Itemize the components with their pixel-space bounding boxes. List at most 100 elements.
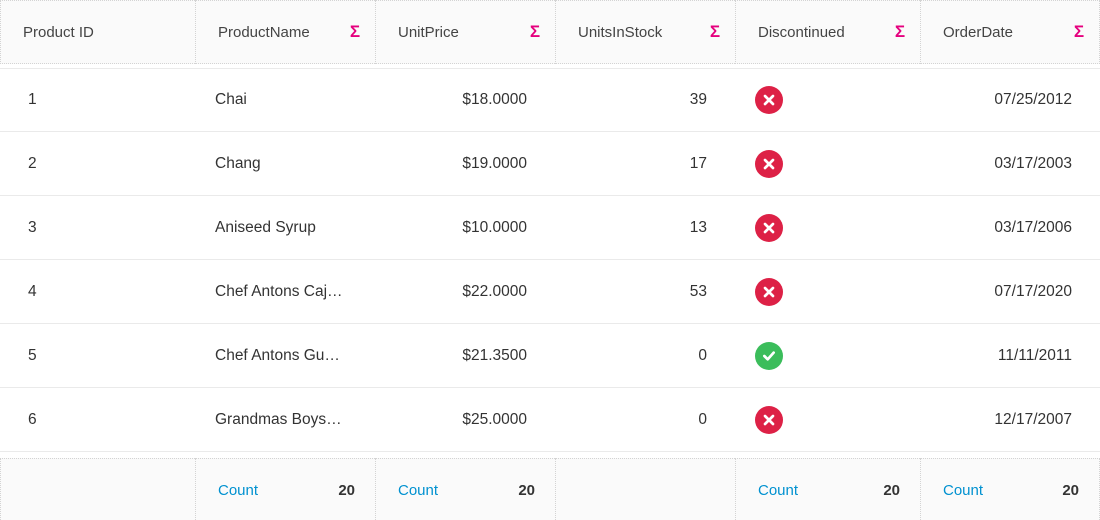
data-grid: Product ID ProductName Σ UnitPrice Σ Uni… xyxy=(0,0,1100,520)
cell-value: 4 xyxy=(28,283,37,301)
grid-footer-row: Count 20 Count 20 Count 20 Count 20 xyxy=(0,458,1100,520)
cell-units-in-stock: 17 xyxy=(555,132,735,195)
cell-value: Chef Antons Gu… xyxy=(215,347,340,365)
x-circle-icon xyxy=(755,86,783,114)
column-header-product-id[interactable]: Product ID xyxy=(0,0,195,64)
cell-order-date: 07/25/2012 xyxy=(920,69,1100,131)
cell-product-name: Chai xyxy=(195,69,375,131)
column-header-discontinued[interactable]: Discontinued Σ xyxy=(735,0,920,64)
cell-value: 0 xyxy=(698,347,707,365)
summary-cell-order-date[interactable]: Count 20 xyxy=(920,458,1100,520)
cell-value: 5 xyxy=(28,347,37,365)
cell-units-in-stock: 53 xyxy=(555,260,735,323)
cell-value: $19.0000 xyxy=(462,155,527,173)
cell-order-date: 11/11/2011 xyxy=(920,324,1100,387)
cell-units-in-stock: 0 xyxy=(555,388,735,451)
summary-label[interactable]: Count xyxy=(218,482,258,499)
cell-unit-price: $19.0000 xyxy=(375,132,555,195)
cell-value: $25.0000 xyxy=(462,411,527,429)
sigma-icon[interactable]: Σ xyxy=(515,22,555,42)
cell-product-name: Chef Antons Caj… xyxy=(195,260,375,323)
cell-unit-price: $22.0000 xyxy=(375,260,555,323)
cell-product-name: Grandmas Boys… xyxy=(195,388,375,451)
cell-order-date: 12/17/2007 xyxy=(920,388,1100,451)
summary-cell-discontinued[interactable]: Count 20 xyxy=(735,458,920,520)
sigma-icon[interactable]: Σ xyxy=(695,22,735,42)
column-header-label: ProductName xyxy=(196,24,335,41)
cell-product-name: Aniseed Syrup xyxy=(195,196,375,259)
column-header-unit-price[interactable]: UnitPrice Σ xyxy=(375,0,555,64)
cell-unit-price: $10.0000 xyxy=(375,196,555,259)
cell-value: 1 xyxy=(28,91,37,109)
column-header-label: UnitPrice xyxy=(376,24,515,41)
cell-value: 3 xyxy=(28,219,37,237)
table-row[interactable]: 2 Chang $19.0000 17 03/17/2003 xyxy=(0,132,1100,196)
sigma-icon[interactable]: Σ xyxy=(1059,22,1099,42)
cell-discontinued xyxy=(735,260,920,323)
table-row[interactable]: 5 Chef Antons Gu… $21.3500 0 11/11/2011 xyxy=(0,324,1100,388)
column-header-product-name[interactable]: ProductName Σ xyxy=(195,0,375,64)
summary-cell-product-name[interactable]: Count 20 xyxy=(195,458,375,520)
cell-value: Chang xyxy=(215,155,261,173)
cell-order-date: 03/17/2006 xyxy=(920,196,1100,259)
cell-discontinued xyxy=(735,196,920,259)
table-row[interactable]: 6 Grandmas Boys… $25.0000 0 12/17/2007 xyxy=(0,388,1100,452)
summary-label[interactable]: Count xyxy=(758,482,798,499)
cell-product-name: Chang xyxy=(195,132,375,195)
cell-product-name: Chef Antons Gu… xyxy=(195,324,375,387)
cell-value: $10.0000 xyxy=(462,219,527,237)
cell-value: 12/17/2007 xyxy=(994,411,1072,429)
cell-product-id: 6 xyxy=(0,388,195,451)
summary-value: 20 xyxy=(518,482,535,499)
cell-value: 03/17/2003 xyxy=(994,155,1072,173)
x-circle-icon xyxy=(755,214,783,242)
x-circle-icon xyxy=(755,278,783,306)
cell-value: Aniseed Syrup xyxy=(215,219,316,237)
column-header-units-in-stock[interactable]: UnitsInStock Σ xyxy=(555,0,735,64)
summary-value: 20 xyxy=(1062,482,1079,499)
column-header-order-date[interactable]: OrderDate Σ xyxy=(920,0,1100,64)
grid-body: 1 Chai$18.0000 39 07/25/2012 2 Chang $19.0000 1… xyxy=(0,68,1100,452)
cell-value: 17 xyxy=(690,155,707,173)
cell-value: $22.0000 xyxy=(462,283,527,301)
cell-order-date: 03/17/2003 xyxy=(920,132,1100,195)
summary-cell-product-id xyxy=(0,458,195,520)
cell-value: Grandmas Boys… xyxy=(215,411,342,429)
cell-value: 39 xyxy=(690,91,707,109)
check-circle-icon xyxy=(755,342,783,370)
summary-cell-unit-price[interactable]: Count 20 xyxy=(375,458,555,520)
cell-discontinued xyxy=(735,69,920,131)
table-row[interactable]: 4 Chef Antons Caj… $22.0000 53 07/17/2020 xyxy=(0,260,1100,324)
cell-order-date: 07/17/2020 xyxy=(920,260,1100,323)
cell-discontinued xyxy=(735,388,920,451)
summary-cell-units-in-stock xyxy=(555,458,735,520)
summary-label[interactable]: Count xyxy=(943,482,983,499)
cell-value: 0 xyxy=(698,411,707,429)
cell-value: 07/25/2012 xyxy=(994,91,1072,109)
table-row[interactable]: 3 Aniseed Syrup $10.0000 13 03/17/2006 xyxy=(0,196,1100,260)
summary-value: 20 xyxy=(883,482,900,499)
column-header-label: UnitsInStock xyxy=(556,24,695,41)
table-row[interactable]: 1 Chai$18.0000 39 07/25/2012 xyxy=(0,68,1100,132)
cell-units-in-stock: 13 xyxy=(555,196,735,259)
cell-product-id: 5 xyxy=(0,324,195,387)
column-header-label: OrderDate xyxy=(921,24,1059,41)
cell-product-id: 4 xyxy=(0,260,195,323)
column-header-label: Product ID xyxy=(1,24,195,41)
grid-header-row: Product ID ProductName Σ UnitPrice Σ Uni… xyxy=(0,0,1100,64)
cell-units-in-stock: 0 xyxy=(555,324,735,387)
cell-discontinued xyxy=(735,324,920,387)
summary-value: 20 xyxy=(338,482,355,499)
cell-product-id: 3 xyxy=(0,196,195,259)
cell-unit-price: $18.0000 xyxy=(375,69,555,131)
cell-value: 6 xyxy=(28,411,37,429)
cell-value: 13 xyxy=(690,219,707,237)
cell-units-in-stock: 39 xyxy=(555,69,735,131)
cell-value: 2 xyxy=(28,155,37,173)
sigma-icon[interactable]: Σ xyxy=(880,22,920,42)
cell-value: $21.3500 xyxy=(462,347,527,365)
sigma-icon[interactable]: Σ xyxy=(335,22,375,42)
cell-discontinued xyxy=(735,132,920,195)
summary-label[interactable]: Count xyxy=(398,482,438,499)
cell-value: 03/17/2006 xyxy=(994,219,1072,237)
